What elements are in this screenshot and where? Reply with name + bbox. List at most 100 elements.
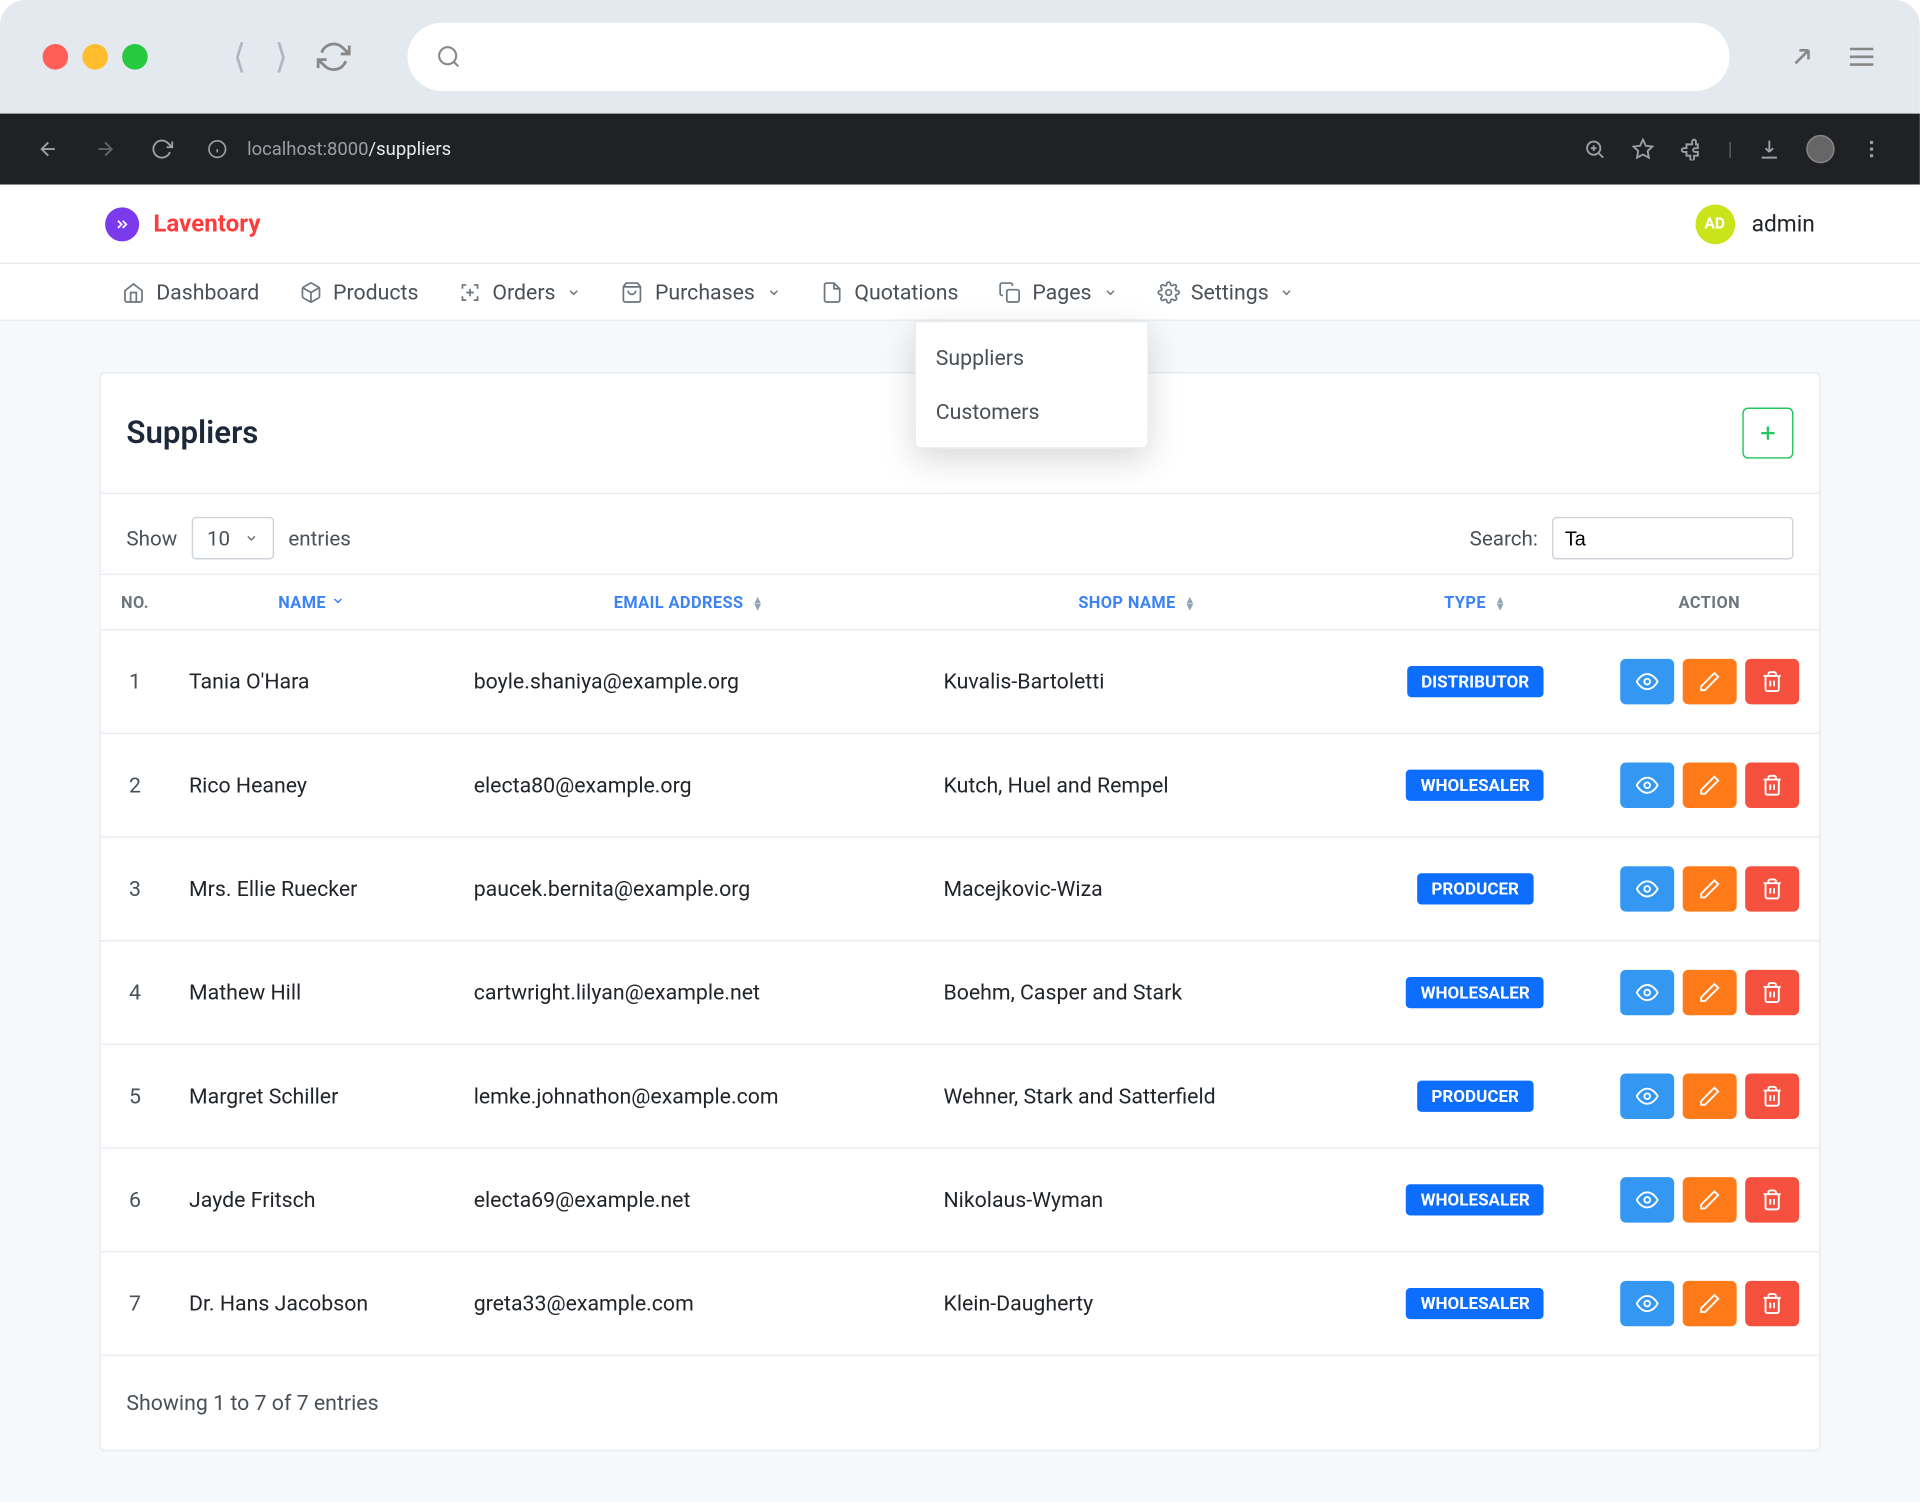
dropdown-item-suppliers[interactable]: Suppliers xyxy=(916,331,1147,385)
type-badge: WHOLESALER xyxy=(1406,1184,1544,1215)
expand-icon[interactable] xyxy=(1786,41,1817,72)
cell-email: electa80@example.org xyxy=(454,733,924,837)
edit-button[interactable] xyxy=(1682,1074,1736,1119)
cell-email: greta33@example.com xyxy=(454,1252,924,1356)
omnibox[interactable] xyxy=(407,23,1729,91)
maximize-window-button[interactable] xyxy=(122,44,148,70)
extension-icon[interactable] xyxy=(1680,138,1703,161)
search-icon xyxy=(436,44,462,70)
cell-name: Margret Schiller xyxy=(169,1044,454,1148)
view-button[interactable] xyxy=(1620,1177,1674,1222)
trash-icon xyxy=(1760,1085,1783,1108)
nav-quotations[interactable]: Quotations xyxy=(820,279,958,305)
edit-button[interactable] xyxy=(1682,1281,1736,1326)
main-nav: Dashboard Products Orders Purchases Quot… xyxy=(0,264,1920,321)
delete-button[interactable] xyxy=(1745,970,1799,1015)
nav-dashboard[interactable]: Dashboard xyxy=(122,279,259,305)
url-bar[interactable]: localhost:8000/suppliers xyxy=(207,138,1549,159)
close-window-button[interactable] xyxy=(43,44,69,70)
nav-pages[interactable]: Pages xyxy=(998,279,1117,305)
table-row: 4 Mathew Hill cartwright.lilyan@example.… xyxy=(101,941,1819,1045)
cell-email: electa69@example.net xyxy=(454,1148,924,1252)
sort-icon: ▲▼ xyxy=(1184,596,1196,610)
delete-button[interactable] xyxy=(1745,763,1799,808)
table-footer: Showing 1 to 7 of 7 entries xyxy=(101,1356,1819,1450)
edit-button[interactable] xyxy=(1682,659,1736,704)
menu-icon[interactable] xyxy=(1846,41,1877,72)
pencil-icon xyxy=(1698,878,1721,901)
pencil-icon xyxy=(1698,670,1721,693)
pencil-icon xyxy=(1698,774,1721,797)
edit-button[interactable] xyxy=(1682,970,1736,1015)
star-icon[interactable] xyxy=(1631,138,1654,161)
view-button[interactable] xyxy=(1620,763,1674,808)
entries-label: entries xyxy=(288,526,351,550)
trash-icon xyxy=(1760,1189,1783,1212)
dropdown-item-label: Customers xyxy=(936,399,1040,425)
chevron-down-icon xyxy=(766,285,780,299)
sort-icon: ▲▼ xyxy=(1494,596,1506,610)
page-title: Suppliers xyxy=(126,415,258,451)
delete-button[interactable] xyxy=(1745,1074,1799,1119)
zoom-icon[interactable] xyxy=(1583,138,1606,161)
search-input[interactable] xyxy=(1552,517,1793,560)
eye-icon xyxy=(1636,1189,1659,1212)
plus-icon xyxy=(1757,422,1780,445)
nav-purchases[interactable]: Purchases xyxy=(621,279,781,305)
view-button[interactable] xyxy=(1620,970,1674,1015)
pencil-icon xyxy=(1698,1189,1721,1212)
minimize-window-button[interactable] xyxy=(82,44,108,70)
col-type[interactable]: TYPE▲▼ xyxy=(1351,574,1600,629)
chevron-down-icon xyxy=(567,285,581,299)
forward-button[interactable]: ⟩ xyxy=(275,37,288,77)
table-row: 2 Rico Heaney electa80@example.org Kutch… xyxy=(101,733,1819,837)
pages-dropdown: Suppliers Customers xyxy=(914,321,1148,449)
col-name[interactable]: NAME xyxy=(169,574,454,629)
pencil-icon xyxy=(1698,981,1721,1004)
delete-button[interactable] xyxy=(1745,866,1799,911)
add-supplier-button[interactable] xyxy=(1742,408,1793,459)
cell-actions xyxy=(1600,1148,1819,1252)
view-button[interactable] xyxy=(1620,1281,1674,1326)
edit-button[interactable] xyxy=(1682,763,1736,808)
delete-button[interactable] xyxy=(1745,1281,1799,1326)
suppliers-card: Suppliers Show 10 entries Search: xyxy=(99,372,1820,1451)
cell-type: PRODUCER xyxy=(1351,1044,1600,1148)
nav-products[interactable]: Products xyxy=(299,279,419,305)
inner-reload-icon[interactable] xyxy=(151,138,174,161)
view-button[interactable] xyxy=(1620,659,1674,704)
view-button[interactable] xyxy=(1620,1074,1674,1119)
col-email[interactable]: EMAIL ADDRESS▲▼ xyxy=(454,574,924,629)
logo[interactable]: Laventory xyxy=(105,207,260,241)
chevron-down-icon xyxy=(1103,285,1117,299)
cell-no: 7 xyxy=(101,1252,169,1356)
back-button[interactable]: ⟨ xyxy=(233,37,246,77)
edit-button[interactable] xyxy=(1682,866,1736,911)
nav-orders[interactable]: Orders xyxy=(458,279,581,305)
edit-button[interactable] xyxy=(1682,1177,1736,1222)
delete-button[interactable] xyxy=(1745,1177,1799,1222)
cell-name: Tania O'Hara xyxy=(169,630,454,734)
dropdown-item-customers[interactable]: Customers xyxy=(916,385,1147,439)
chevron-down-icon xyxy=(1280,285,1294,299)
col-shop[interactable]: SHOP NAME▲▼ xyxy=(924,574,1351,629)
view-button[interactable] xyxy=(1620,866,1674,911)
nav-settings[interactable]: Settings xyxy=(1157,279,1294,305)
type-badge: PRODUCER xyxy=(1417,873,1533,904)
col-no[interactable]: NO. xyxy=(101,574,169,629)
delete-button[interactable] xyxy=(1745,659,1799,704)
cell-no: 4 xyxy=(101,941,169,1045)
user-menu[interactable]: AD admin xyxy=(1695,204,1815,244)
col-action: ACTION xyxy=(1600,574,1819,629)
trash-icon xyxy=(1760,878,1783,901)
profile-avatar[interactable] xyxy=(1806,135,1834,163)
reload-icon[interactable] xyxy=(316,40,350,74)
entries-select[interactable]: 10 xyxy=(191,517,274,560)
download-icon[interactable] xyxy=(1758,138,1781,161)
cell-shop: Nikolaus-Wyman xyxy=(924,1148,1351,1252)
inner-back-icon[interactable] xyxy=(37,138,60,161)
inner-forward-icon[interactable] xyxy=(94,138,117,161)
type-badge: DISTRIBUTOR xyxy=(1407,666,1544,697)
kebab-menu-icon[interactable] xyxy=(1860,138,1883,161)
chevron-down-icon xyxy=(244,531,258,545)
